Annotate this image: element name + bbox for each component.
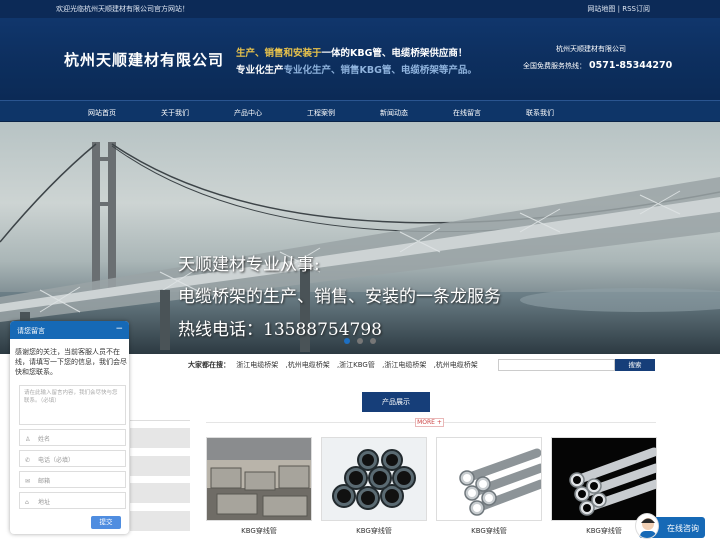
product-image[interactable]	[206, 437, 312, 521]
slogan-line-1: 生产、销售和安装于一体的KBG管、电缆桥架供应商！	[236, 45, 467, 59]
agent-avatar	[635, 513, 659, 539]
message-widget: 请您留言 − 感谢您的关注，当前客服人员不在线，请填写一下您的信息，我们会尽快和…	[10, 321, 129, 534]
message-widget-header[interactable]: 请您留言 −	[10, 321, 129, 339]
banner-line-1: 天顺建材专业从事:	[178, 255, 320, 275]
slogan-2-prefix: 专业化生产	[236, 65, 284, 76]
sidebar-item[interactable]	[130, 456, 190, 476]
name-field-placeholder: 姓名	[38, 436, 51, 443]
hot-search-link[interactable]: 浙江电缆桥架	[236, 361, 278, 369]
banner-dot-2[interactable]	[357, 338, 363, 344]
nav-item-news[interactable]: 新闻动态	[380, 108, 408, 118]
nav-item-products[interactable]: 产品中心	[234, 108, 262, 118]
product-label[interactable]: KBG穿线管	[206, 526, 312, 536]
slogan-1-highlight: 一体的KBG管、电缆桥架供应商！	[321, 48, 468, 59]
banner-line-3: 热线电话：13588754798	[178, 320, 382, 340]
agent-icon	[640, 518, 656, 538]
search-button[interactable]: 搜索	[615, 359, 655, 371]
hot-search-link[interactable]: ,杭州电缆桥架	[285, 361, 329, 369]
sidebar-item[interactable]	[130, 511, 190, 531]
site-header: 杭州天顺建材有限公司 生产、销售和安装于一体的KBG管、电缆桥架供应商！ 专业化…	[0, 18, 720, 100]
slogan-1-prefix: 生产、销售和安装于	[236, 48, 322, 59]
pipes-black-bg-image	[552, 438, 656, 520]
nav-item-contact[interactable]: 联系我们	[526, 108, 554, 118]
top-link-separator: |	[617, 5, 620, 13]
slogan-line-2: 专业化生产专业化生产、销售KBG管、电缆桥架等产品。	[236, 62, 477, 76]
top-bar: 欢迎光临杭州天顺建材有限公司官方网站！ 网站地图 | RSS订阅	[0, 0, 720, 18]
steel-pipes-image	[322, 438, 426, 520]
email-field[interactable]: ✉ 邮箱	[19, 471, 126, 488]
product-image[interactable]	[321, 437, 427, 521]
silver-pipes-image	[437, 438, 541, 520]
banner-line-2: 电缆桥架的生产、销售、安装的一条龙服务	[178, 287, 501, 307]
welcome-text: 欢迎光临杭州天顺建材有限公司官方网站！	[56, 5, 189, 13]
message-widget-notice: 感谢您的关注，当前客服人员不在线，请填写一下您的信息，我们会尽快和您联系。	[15, 348, 127, 376]
sidebar-divider	[130, 420, 190, 421]
top-links: 网站地图 | RSS订阅	[587, 4, 650, 14]
main-nav: 网站首页 关于我们 产品中心 工程案例 新闻动态 在线留言 联系我们	[0, 100, 720, 122]
hotline-label: 全国免费服务热线：	[523, 62, 586, 70]
search-input[interactable]	[498, 359, 615, 371]
name-field[interactable]: ♙ 姓名	[19, 429, 126, 446]
sitemap-link[interactable]: 网站地图	[587, 5, 615, 13]
nav-item-about[interactable]: 关于我们	[161, 108, 189, 118]
more-button[interactable]: MORE +	[415, 418, 444, 427]
hotline-number: 0571-85344270	[589, 60, 673, 71]
message-widget-title: 请您留言	[17, 327, 45, 335]
address-field[interactable]: ⌂ 地址	[19, 492, 126, 509]
email-field-placeholder: 邮箱	[38, 478, 51, 485]
phone-field-placeholder: 电话（必填）	[38, 457, 75, 464]
hotline: 全国免费服务热线： 0571-85344270	[523, 60, 672, 71]
header-company-name: 杭州天顺建材有限公司	[556, 45, 626, 53]
products-heading[interactable]: 产品展示	[362, 392, 430, 412]
nav-item-message[interactable]: 在线留言	[453, 108, 481, 118]
hot-searches: 大家都在搜： 浙江电缆桥架 ,杭州电缆桥架 ,浙江KBG管 ,浙江电缆桥架 ,杭…	[188, 360, 483, 370]
product-label[interactable]: KBG穿线管	[436, 526, 542, 536]
nav-item-cases[interactable]: 工程案例	[307, 108, 335, 118]
hero-banner[interactable]: 天顺建材专业从事: 电缆桥架的生产、销售、安装的一条龙服务 热线电话：13588…	[0, 122, 720, 354]
banner-dot-3[interactable]	[370, 338, 376, 344]
product-image[interactable]	[436, 437, 542, 521]
hot-search-link[interactable]: ,浙江电缆桥架	[382, 361, 426, 369]
hot-search-link[interactable]: ,杭州电缆桥架	[434, 361, 478, 369]
phone-field[interactable]: ✆ 电话（必填）	[19, 450, 126, 467]
message-textarea[interactable]: 请在此输入留言内容，我们会尽快与您联系。（必填）	[19, 385, 126, 425]
person-icon: ♙	[25, 436, 31, 443]
nav-item-home[interactable]: 网站首页	[88, 108, 116, 118]
mail-icon: ✉	[25, 478, 31, 485]
phone-icon: ✆	[25, 457, 31, 464]
product-label[interactable]: KBG穿线管	[321, 526, 427, 536]
slogan-2-text: 专业化生产、销售KBG管、电缆桥架等产品。	[283, 65, 477, 76]
hot-search-link[interactable]: ,浙江KBG管	[337, 361, 375, 369]
minimize-icon[interactable]: −	[115, 324, 123, 334]
location-icon: ⌂	[25, 499, 29, 506]
rss-link[interactable]: RSS订阅	[622, 5, 650, 13]
pipe-stack-image	[207, 438, 311, 520]
company-logo[interactable]: 杭州天顺建材有限公司	[64, 49, 224, 70]
online-consult-label: 在线咨询	[667, 524, 699, 533]
online-consult-button[interactable]: 在线咨询	[635, 513, 705, 539]
hot-searches-label: 大家都在搜：	[188, 361, 230, 369]
product-image[interactable]	[551, 437, 657, 521]
address-field-placeholder: 地址	[38, 499, 51, 506]
submit-button[interactable]: 提交	[91, 516, 121, 529]
sidebar-item[interactable]	[130, 428, 190, 448]
sidebar-item[interactable]	[130, 483, 190, 503]
banner-dot-1[interactable]	[344, 338, 350, 344]
